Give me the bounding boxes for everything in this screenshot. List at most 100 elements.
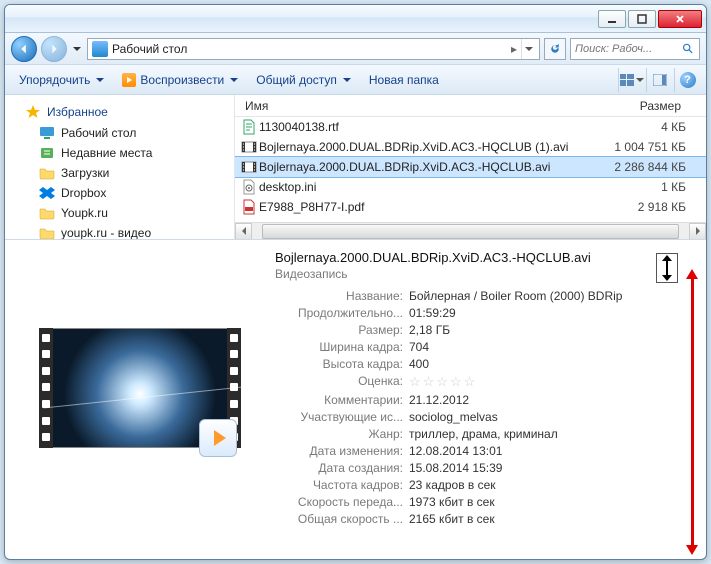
video-thumbnail[interactable] bbox=[52, 328, 228, 448]
dropbox-icon bbox=[39, 185, 55, 201]
red-arrow-annotation bbox=[691, 277, 694, 547]
property-key: Скорость переда... bbox=[275, 495, 409, 509]
history-dropdown[interactable] bbox=[71, 36, 83, 62]
property-key: Размер: bbox=[275, 323, 409, 337]
sidebar-item-recent[interactable]: Недавние места bbox=[5, 143, 234, 163]
close-button[interactable] bbox=[658, 10, 702, 28]
property-value: 2165 кбит в сек bbox=[409, 512, 495, 526]
thumbnail-wrap bbox=[25, 250, 255, 525]
desktop-icon bbox=[39, 125, 55, 141]
property-value: 15.08.2014 15:39 bbox=[409, 461, 502, 475]
property-value: sociolog_melvas bbox=[409, 410, 498, 424]
sidebar-item-dropbox[interactable]: Dropbox bbox=[5, 183, 234, 203]
newfolder-button[interactable]: Новая папка bbox=[361, 69, 447, 91]
col-size[interactable]: Размер bbox=[596, 99, 702, 113]
property-row: Частота кадров:23 кадров в сек bbox=[275, 478, 692, 492]
column-headers: Имя Размер bbox=[235, 95, 706, 117]
preview-pane-button[interactable] bbox=[646, 68, 672, 92]
search-input[interactable] bbox=[575, 43, 682, 55]
sidebar-item-downloads[interactable]: Загрузки bbox=[5, 163, 234, 183]
file-row[interactable]: desktop.ini1 КБ bbox=[235, 177, 706, 197]
back-button[interactable] bbox=[11, 36, 37, 62]
organize-button[interactable]: Упорядочить bbox=[11, 69, 112, 91]
sidebar-item-desktop[interactable]: Рабочий стол bbox=[5, 123, 234, 143]
file-name: E7988_P8H77-I.pdf bbox=[259, 200, 596, 214]
preview-icon bbox=[653, 74, 667, 86]
file-size: 1 КБ bbox=[596, 180, 702, 194]
property-key: Название: bbox=[275, 289, 409, 303]
forward-button[interactable] bbox=[41, 36, 67, 62]
scroll-thumb[interactable] bbox=[262, 224, 679, 239]
property-row: Название:Бойлерная / Boiler Room (2000) … bbox=[275, 289, 692, 303]
file-icon bbox=[239, 159, 259, 175]
property-key: Дата изменения: bbox=[275, 444, 409, 458]
property-value: Бойлерная / Boiler Room (2000) BDRip bbox=[409, 289, 622, 303]
property-key: Ширина кадра: bbox=[275, 340, 409, 354]
scroll-left-button[interactable] bbox=[235, 223, 252, 240]
file-size: 2 918 КБ bbox=[596, 200, 702, 214]
property-value: 23 кадров в сек bbox=[409, 478, 496, 492]
scroll-track[interactable] bbox=[252, 223, 689, 240]
resize-handle-annotation bbox=[656, 253, 678, 283]
toolbar: Упорядочить Воспроизвести Общий доступ Н… bbox=[5, 65, 706, 95]
property-key: Высота кадра: bbox=[275, 357, 409, 371]
view-button[interactable] bbox=[618, 68, 644, 92]
scroll-right-button[interactable] bbox=[689, 223, 706, 240]
explorer-window: Рабочий стол ▸ Упорядочить Воспроизвести… bbox=[4, 4, 707, 560]
property-key: Общая скорость ... bbox=[275, 512, 409, 526]
property-key: Участвующие ис... bbox=[275, 410, 409, 424]
recent-icon bbox=[39, 145, 55, 161]
refresh-button[interactable] bbox=[544, 38, 566, 60]
file-row[interactable]: E7988_P8H77-I.pdf2 918 КБ bbox=[235, 197, 706, 217]
property-list: Название:Бойлерная / Boiler Room (2000) … bbox=[275, 289, 692, 526]
property-row: Дата создания:15.08.2014 15:39 bbox=[275, 461, 692, 475]
property-key: Жанр: bbox=[275, 427, 409, 441]
play-icon bbox=[122, 73, 136, 87]
folder-icon bbox=[39, 205, 55, 221]
file-row[interactable]: Bojlernaya.2000.DUAL.BDRip.XviD.AC3.-HQC… bbox=[235, 157, 706, 177]
col-name[interactable]: Имя bbox=[239, 99, 596, 113]
property-row: Комментарии:21.12.2012 bbox=[275, 393, 692, 407]
file-pane: Имя Размер 1130040138.rtf4 КБ Bojlernaya.… bbox=[235, 95, 706, 239]
details-pane: Bojlernaya.2000.DUAL.BDRip.XviD.AC3.-HQC… bbox=[5, 239, 706, 535]
property-value: 2,18 ГБ bbox=[409, 323, 450, 337]
file-row[interactable]: 1130040138.rtf4 КБ bbox=[235, 117, 706, 137]
horizontal-scrollbar[interactable] bbox=[235, 222, 706, 239]
share-button[interactable]: Общий доступ bbox=[248, 69, 359, 91]
property-row: Участвующие ис...sociolog_melvas bbox=[275, 410, 692, 424]
property-key: Оценка: bbox=[275, 374, 409, 390]
help-button[interactable]: ? bbox=[674, 68, 700, 92]
file-icon bbox=[239, 179, 259, 195]
property-value: 1973 кбит в сек bbox=[409, 495, 495, 509]
property-value: 21.12.2012 bbox=[409, 393, 469, 407]
maximize-button[interactable] bbox=[628, 10, 656, 28]
play-overlay-icon[interactable] bbox=[199, 419, 237, 457]
star-icon bbox=[25, 104, 41, 120]
address-bar[interactable]: Рабочий стол ▸ bbox=[87, 38, 540, 60]
help-icon: ? bbox=[680, 72, 696, 88]
file-icon bbox=[239, 119, 259, 135]
file-name: Bojlernaya.2000.DUAL.BDRip.XviD.AC3.-HQC… bbox=[259, 140, 596, 154]
property-key: Частота кадров: bbox=[275, 478, 409, 492]
file-size: 4 КБ bbox=[596, 120, 702, 134]
property-row: Продолжительно...01:59:29 bbox=[275, 306, 692, 320]
property-row: Скорость переда...1973 кбит в сек bbox=[275, 495, 692, 509]
crumb-separator[interactable]: ▸ bbox=[511, 42, 517, 56]
play-button[interactable]: Воспроизвести bbox=[114, 69, 246, 91]
property-value: ☆☆☆☆☆ bbox=[409, 374, 477, 390]
property-key: Дата создания: bbox=[275, 461, 409, 475]
property-row: Размер:2,18 ГБ bbox=[275, 323, 692, 337]
address-dropdown[interactable] bbox=[521, 39, 535, 59]
file-list: 1130040138.rtf4 КБ Bojlernaya.2000.DUAL.B… bbox=[235, 117, 706, 222]
property-value: 01:59:29 bbox=[409, 306, 456, 320]
file-row[interactable]: Bojlernaya.2000.DUAL.BDRip.XviD.AC3.-HQC… bbox=[235, 137, 706, 157]
search-box[interactable] bbox=[570, 38, 700, 60]
minimize-button[interactable] bbox=[598, 10, 626, 28]
folder-icon bbox=[39, 165, 55, 181]
property-row: Жанр:триллер, драма, криминал bbox=[275, 427, 692, 441]
favorites-header[interactable]: Избранное bbox=[5, 101, 234, 123]
file-name: Bojlernaya.2000.DUAL.BDRip.XviD.AC3.-HQC… bbox=[259, 160, 596, 174]
sidebar-item-youpk[interactable]: Youpk.ru bbox=[5, 203, 234, 223]
property-value: 12.08.2014 13:01 bbox=[409, 444, 502, 458]
property-row: Оценка:☆☆☆☆☆ bbox=[275, 374, 692, 390]
